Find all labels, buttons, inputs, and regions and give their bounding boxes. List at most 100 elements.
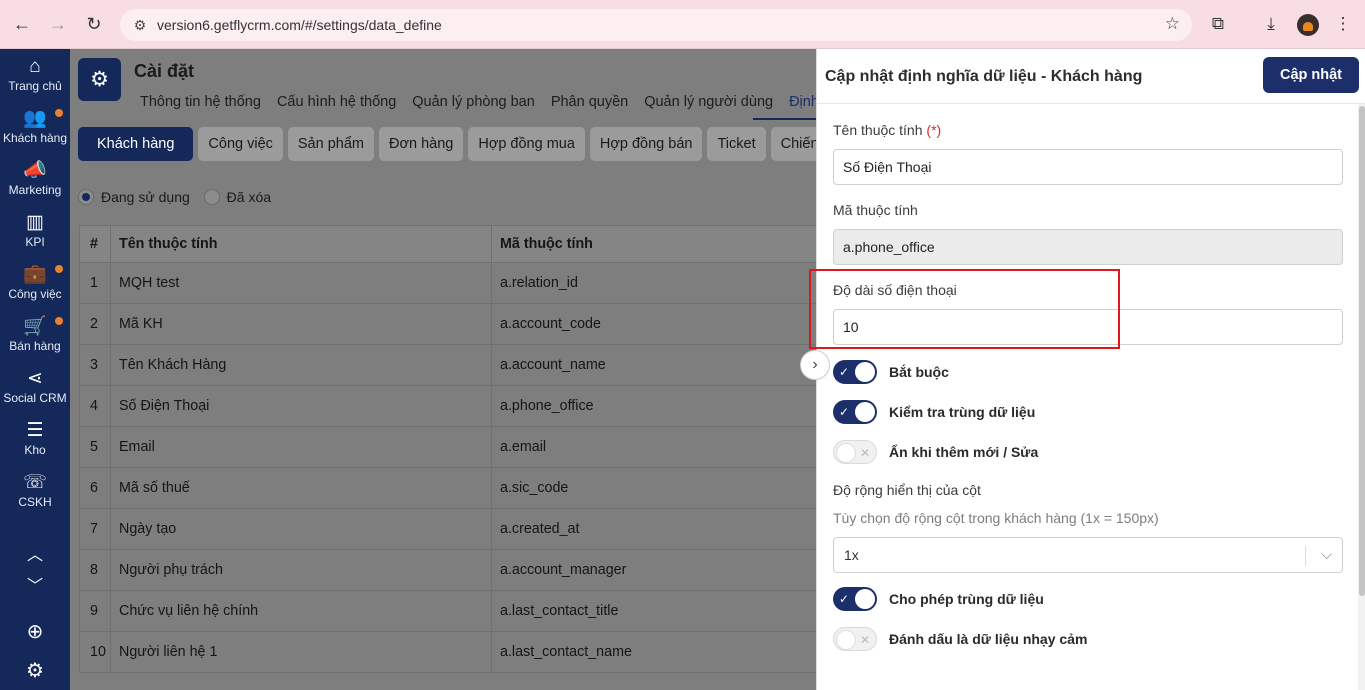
settings-tab-0[interactable]: Thông tin hệ thống (132, 93, 269, 111)
forward-icon[interactable]: → (46, 12, 70, 36)
column-width-value: 1x (844, 547, 859, 563)
notification-dot (55, 265, 63, 273)
panel-scrollbar[interactable] (1358, 104, 1365, 690)
table-row[interactable]: 2 Mã KH a.account_code (79, 303, 816, 345)
row-index: 1 (79, 262, 111, 304)
update-button[interactable]: Cập nhật (1263, 57, 1359, 93)
row-index: 3 (79, 344, 111, 386)
row-name: MQH test (110, 262, 492, 304)
entity-tab-4[interactable]: Hợp đồng mua (468, 127, 585, 161)
sidebar-item-6[interactable]: ⋖ Social CRM (0, 361, 70, 413)
bookmark-star-icon[interactable]: ☆ (1165, 14, 1180, 34)
sensitive-data-label: Đánh dấu là dữ liệu nhạy cảm (889, 631, 1088, 647)
row-index: 10 (79, 631, 111, 673)
chevron-right-icon[interactable]: › (800, 350, 830, 380)
attribute-code-input: a.phone_office (833, 229, 1343, 265)
sidebar-item-0[interactable]: ⌂ Trang chủ (0, 49, 70, 101)
sidebar-item-label: Công việc (8, 287, 62, 301)
scrollbar-thumb[interactable] (1359, 106, 1365, 596)
table-row[interactable]: 1 MQH test a.relation_id (79, 262, 816, 304)
reload-icon[interactable]: ↻ (82, 12, 106, 36)
row-code: a.account_name (491, 344, 816, 386)
row-index: 5 (79, 426, 111, 468)
entity-tab-0[interactable]: Khách hàng (78, 127, 194, 161)
sidebar-item-5[interactable]: 🛒 Bán hàng (0, 309, 70, 361)
toggle-knob (855, 362, 875, 382)
required-toggle[interactable]: ✓ (833, 360, 877, 384)
row-index: 4 (79, 385, 111, 427)
table-row[interactable]: 8 Người phụ trách a.account_manager (79, 549, 816, 591)
sidebar-item-3[interactable]: ▥ KPI (0, 205, 70, 257)
gear-icon[interactable]: ⚙ (22, 658, 48, 684)
entity-tab-5[interactable]: Hợp đồng bán (589, 127, 703, 161)
name-field-label: Tên thuộc tính (*) (833, 122, 941, 138)
chevron-up-icon[interactable]: ︿ (22, 546, 48, 566)
chevron-down-icon[interactable]: ﹀ (22, 577, 48, 597)
sidebar-item-7[interactable]: ☰ Kho (0, 413, 70, 465)
column-width-select[interactable]: 1x ⌵ (833, 537, 1343, 573)
table-row[interactable]: 9 Chức vụ liên hệ chính a.last_contact_tit… (79, 590, 816, 632)
table-row[interactable]: 5 Email a.email (79, 426, 816, 468)
menu-kebab-icon[interactable]: ⋮ (1331, 12, 1355, 36)
entity-tab-2[interactable]: Sản phẩm (287, 127, 374, 161)
address-bar[interactable]: ⚙ version6.getflycrm.com/#/settings/data… (120, 9, 1192, 41)
check-duplicate-label: Kiểm tra trùng dữ liệu (889, 404, 1036, 420)
row-index: 8 (79, 549, 111, 591)
sidebar-item-4[interactable]: 💼 Công việc (0, 257, 70, 309)
attributes-table: # Tên thuộc tính Mã thuộc tính 1 MQH test… (79, 225, 816, 673)
table-row[interactable]: 10 Người liên hệ 1 a.last_contact_name (79, 631, 816, 673)
panel-header: Cập nhật định nghĩa dữ liệu - Khách hàng… (817, 49, 1365, 104)
chevron-down-icon[interactable]: ⌵ (1321, 546, 1332, 563)
entity-tab-3[interactable]: Đơn hàng (379, 127, 464, 161)
code-field-label: Mã thuộc tính (833, 202, 918, 218)
site-info-icon[interactable]: ⚙ (128, 13, 152, 37)
settings-tab-3[interactable]: Phân quyền (543, 93, 636, 111)
sidebar-item-label: Bán hàng (9, 339, 61, 353)
lifebuoy-icon[interactable]: ⊕ (22, 619, 48, 645)
sidebar-item-label: Social CRM (3, 391, 67, 405)
settings-tab-1[interactable]: Cấu hình hệ thống (269, 93, 404, 111)
download-icon[interactable]: ⤓ (1259, 12, 1283, 36)
back-icon[interactable]: ← (10, 12, 34, 36)
col-header-code: Mã thuộc tính (491, 225, 816, 263)
required-toggle-label: Bắt buộc (889, 364, 949, 380)
profile-avatar[interactable] (1297, 14, 1319, 36)
sidebar-item-2[interactable]: 📣 Marketing (0, 153, 70, 205)
allow-duplicate-toggle[interactable]: ✓ (833, 587, 877, 611)
settings-tab-4[interactable]: Quản lý người dùng (636, 93, 781, 111)
sensitive-data-toggle[interactable]: ✕ (833, 627, 877, 651)
settings-tab-5[interactable]: Định nghĩ (781, 93, 816, 111)
row-index: 7 (79, 508, 111, 550)
extensions-icon[interactable]: ⧉ (1206, 12, 1230, 36)
table-row[interactable]: 3 Tên Khách Hàng a.account_name (79, 344, 816, 386)
row-code: a.last_contact_title (491, 590, 816, 632)
toggle-knob (836, 630, 856, 650)
settings-tab-2[interactable]: Quản lý phòng ban (404, 93, 543, 111)
row-index: 2 (79, 303, 111, 345)
column-width-hint: Tùy chọn độ rộng cột trong khách hàng (1… (833, 510, 1159, 526)
entity-tab-1[interactable]: Công việc (198, 127, 283, 161)
row-code: a.email (491, 426, 816, 468)
table-row[interactable]: 6 Mã số thuế a.sic_code (79, 467, 816, 509)
radio-in-use[interactable] (78, 189, 94, 206)
entity-tab-7[interactable]: Chiến (770, 127, 816, 161)
table-row[interactable]: 4 Số Điện Thoại a.phone_office (79, 385, 816, 427)
x-icon: ✕ (859, 446, 870, 460)
required-mark: (*) (926, 122, 942, 138)
table-row[interactable]: 7 Ngày tạo a.created_at (79, 508, 816, 550)
hide-on-edit-toggle[interactable]: ✕ (833, 440, 877, 464)
sidebar-item-label: CSKH (18, 495, 52, 509)
notification-dot (55, 317, 63, 325)
row-code: a.relation_id (491, 262, 816, 304)
attribute-name-input[interactable]: Số Điện Thoại (833, 149, 1343, 185)
update-definition-panel: Cập nhật định nghĩa dữ liệu - Khách hàng… (816, 49, 1365, 690)
check-duplicate-toggle[interactable]: ✓ (833, 400, 877, 424)
url-text: version6.getflycrm.com/#/settings/data_d… (157, 17, 442, 33)
radio-deleted[interactable] (203, 189, 220, 206)
row-code: a.sic_code (491, 467, 816, 509)
sidebar-item-8[interactable]: ☏ CSKH (0, 465, 70, 517)
sidebar-item-1[interactable]: 👥 Khách hàng (0, 101, 70, 153)
entity-tab-6[interactable]: Ticket (707, 127, 766, 161)
sidebar-item-label: Khách hàng (2, 131, 68, 145)
row-name: Mã số thuế (110, 467, 492, 509)
